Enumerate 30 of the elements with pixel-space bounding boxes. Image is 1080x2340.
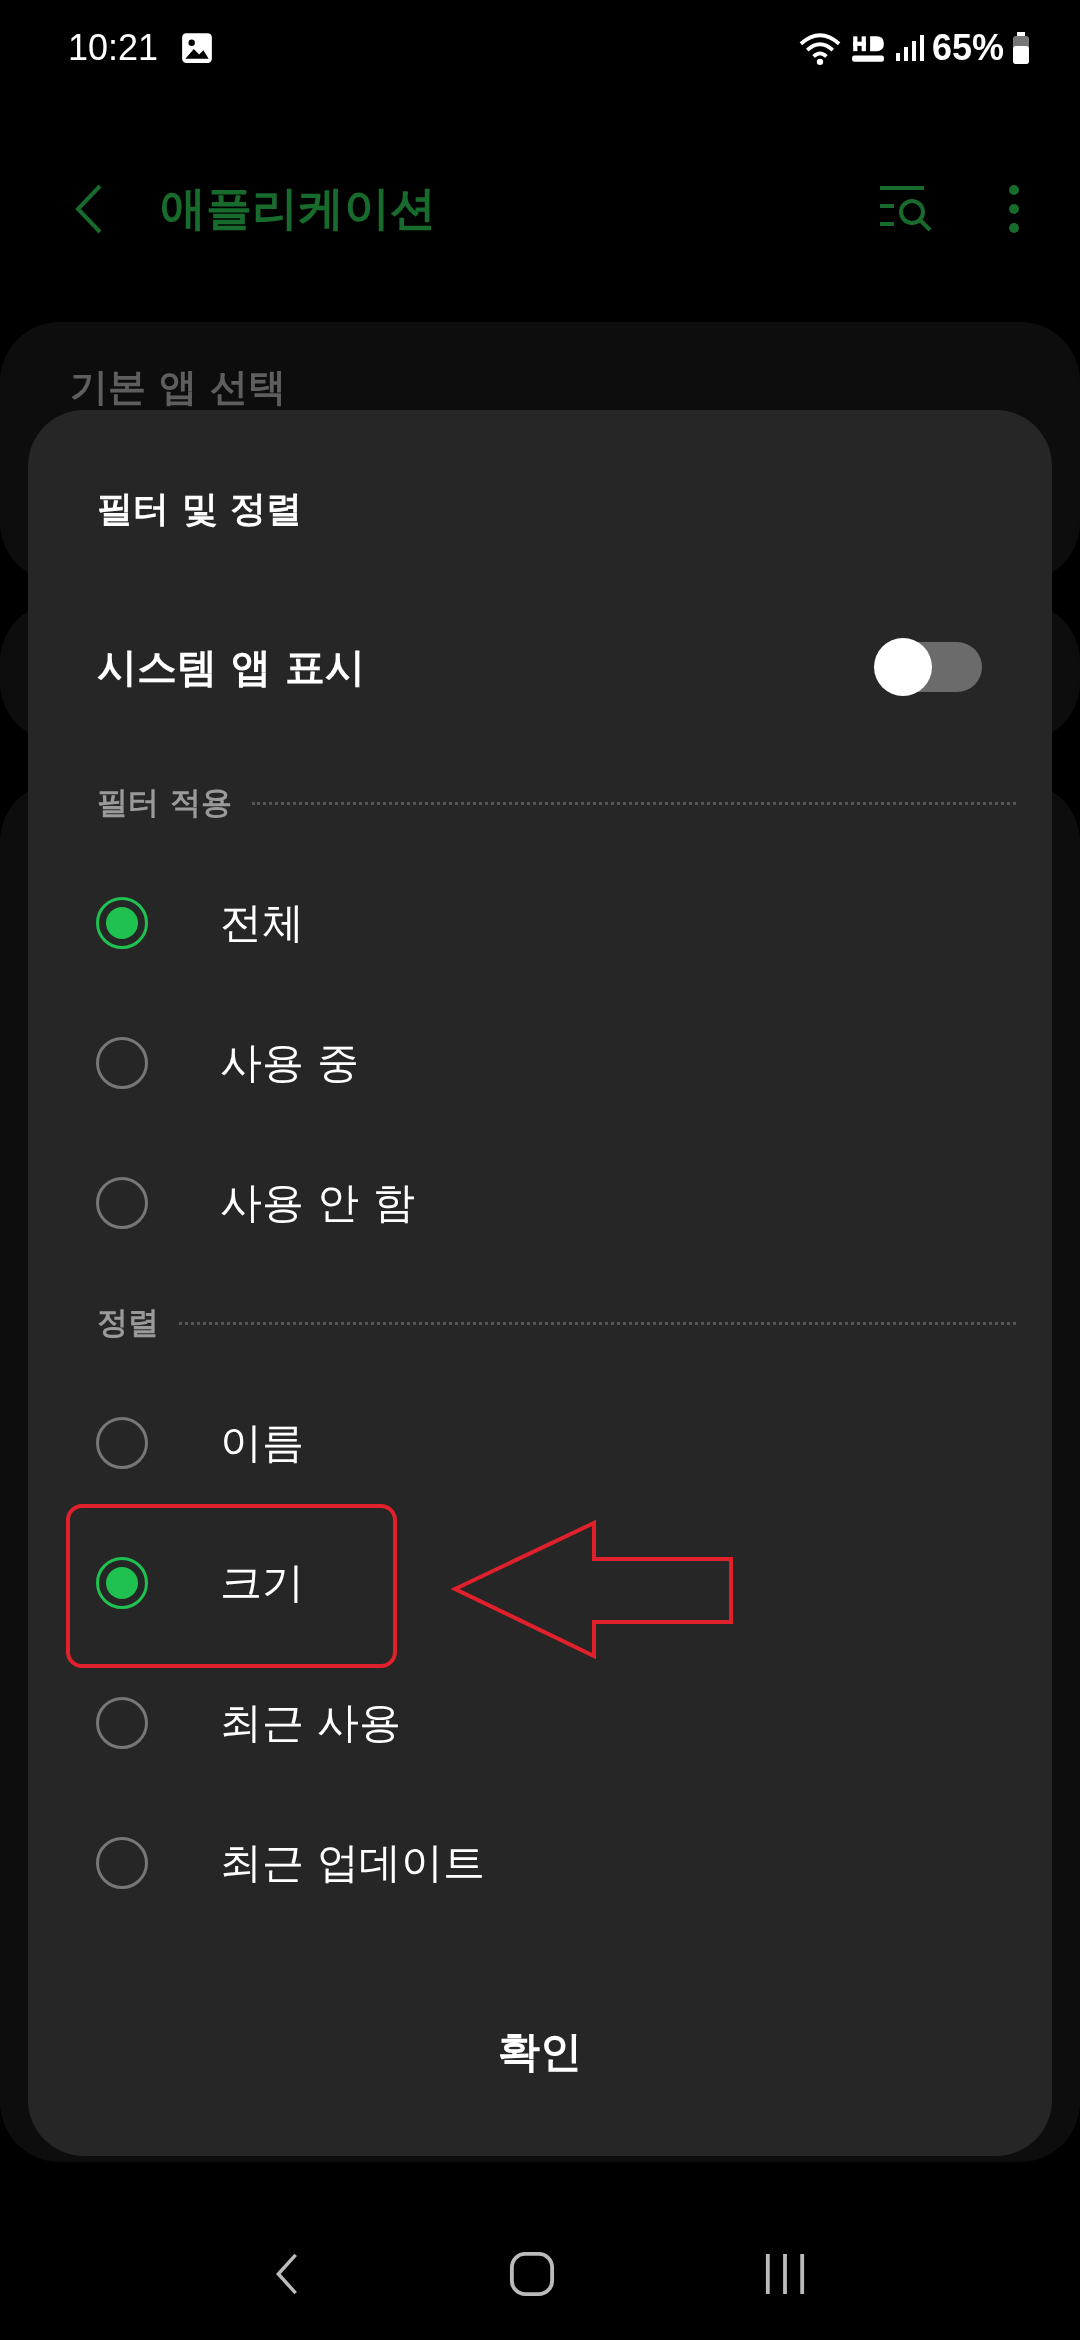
radio-button[interactable]: [96, 1697, 148, 1749]
option-label: 이름: [220, 1417, 304, 1469]
radio-button[interactable]: [96, 1837, 148, 1889]
home-icon[interactable]: [509, 2251, 555, 2297]
screen-title: 애플리케이션: [160, 180, 436, 237]
radio-button[interactable]: [96, 1037, 148, 1089]
option-label: 최근 업데이트: [220, 1837, 486, 1889]
radio-button[interactable]: [96, 1177, 148, 1229]
radio-button[interactable]: [96, 1417, 148, 1469]
section-label: 필터 적용: [97, 783, 232, 822]
signal-icon: [893, 33, 924, 63]
status-time: 10:21: [68, 27, 159, 69]
option-label: 전체: [220, 897, 304, 949]
recent-apps-icon[interactable]: [763, 2252, 806, 2296]
section-label: 정렬: [97, 1303, 159, 1342]
radio-button[interactable]: [96, 897, 148, 949]
battery-icon: [1012, 32, 1030, 64]
toggle-label: 시스템 앱 표시: [97, 642, 365, 692]
image-icon: [180, 31, 215, 65]
option-label: 크기: [220, 1557, 304, 1609]
option-label: 최근 사용: [220, 1697, 402, 1749]
more-options-icon[interactable]: [1008, 184, 1020, 234]
option-label: 사용 중: [220, 1037, 360, 1089]
sheet-title: 필터 및 정렬: [96, 487, 304, 531]
wifi-icon: [797, 31, 842, 65]
battery-percent: 65%: [931, 27, 1004, 69]
card-title: 기본 앱 선택: [70, 365, 287, 409]
option-label: 사용 안 함: [220, 1177, 415, 1229]
radio-button[interactable]: [96, 1557, 148, 1609]
confirm-button[interactable]: 확인: [438, 2002, 642, 2102]
